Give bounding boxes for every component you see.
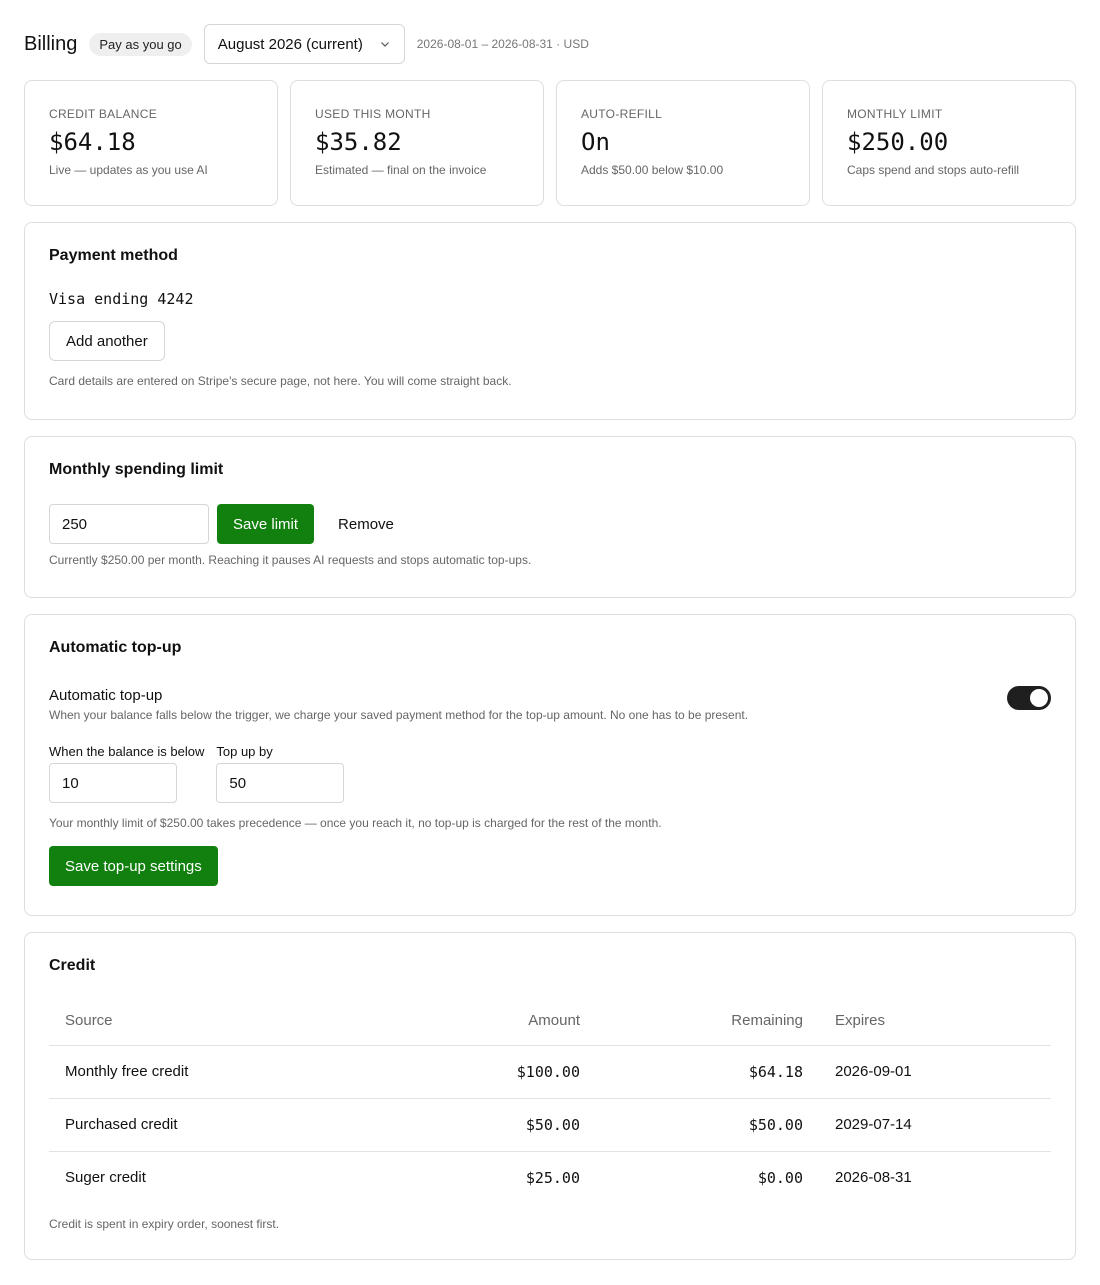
stat-sub: Estimated — final on the invoice [315,163,487,177]
cell-remaining: $50.00 [580,1097,803,1151]
page-title: Billing [24,32,78,55]
stat-sub: Caps spend and stops auto-refill [847,163,1020,177]
table-row: Monthly free credit $100.00 $64.18 2026-… [49,1044,1051,1098]
save-topup-button[interactable]: Save top-up settings [49,846,218,886]
trigger-input[interactable]: 10 [49,763,177,803]
limit-form: 250 Save limit Remove [49,504,1051,544]
automatic-topup-panel: Automatic top-up Automatic top-up When y… [24,614,1076,916]
cell-source: Purchased credit [49,1097,469,1151]
topup-note: Your monthly limit of $250.00 takes prec… [49,816,662,830]
cell-amount: $100.00 [469,1044,580,1098]
period-select[interactable]: August 2026 (current) [203,24,405,64]
topup-toggle[interactable] [1007,686,1051,710]
column-source: Source [65,1012,113,1030]
stat-value: On [581,128,610,156]
plan-badge: Pay as you go [89,32,192,56]
stat-card-credit-balance: CREDIT BALANCE $64.18 Live — updates as … [24,80,278,206]
column-amount: Amount [528,1012,580,1030]
topup-toggle-label: Automatic top-up [49,687,163,704]
cell-source: Monthly free credit [49,1044,469,1098]
stat-label: CREDIT BALANCE [49,107,158,121]
stat-sub: Live — updates as you use AI [49,163,208,177]
stat-label: MONTHLY LIMIT [847,107,943,121]
save-limit-button[interactable]: Save limit [217,504,315,544]
cell-remaining: $64.18 [580,1044,803,1098]
panel-title: Payment method [49,247,178,264]
credit-note: Credit is spent in expiry order, soonest… [49,1217,280,1231]
panel-title: Credit [49,957,96,974]
stat-value: $64.18 [49,128,136,156]
credit-table: Source Amount Remaining Expires Monthly … [49,997,1051,1204]
stat-card-monthly-limit: MONTHLY LIMIT $250.00 Caps spend and sto… [822,80,1076,206]
stat-value: $250.00 [847,128,949,156]
limit-note: Currently $250.00 per month. Reaching it… [49,553,532,567]
stat-label: AUTO-REFILL [581,107,663,121]
trigger-field: When the balance is below 10 [49,744,204,803]
period-range: 2026-08-01 – 2026-08-31 · USD [416,37,589,51]
period-select-value: August 2026 (current) [217,35,363,53]
limit-input[interactable]: 250 [49,504,209,544]
toggle-knob [1030,689,1048,707]
cell-expires: 2026-09-01 [803,1044,1051,1098]
topup-toggle-desc: When your balance falls below the trigge… [49,708,749,722]
panel-title: Monthly spending limit [49,461,224,478]
cell-amount: $50.00 [469,1097,580,1151]
topup-fields: When the balance is below 10 Top up by 5… [49,744,1051,803]
cell-expires: 2026-08-31 [803,1150,1051,1204]
cell-remaining: $0.00 [580,1150,803,1204]
column-remaining: Remaining [731,1012,803,1030]
remove-limit-button[interactable]: Remove [322,504,410,544]
trigger-label: When the balance is below [49,744,205,759]
stat-sub: Adds $50.00 below $10.00 [581,163,724,177]
credit-panel: Credit Source Amount Remaining Expires M… [24,932,1076,1260]
payment-method-panel: Payment method Visa ending 4242 Add anot… [24,222,1076,420]
stat-card-auto-refill: AUTO-REFILL On Adds $50.00 below $10.00 [556,80,810,206]
cell-expires: 2029-07-14 [803,1097,1051,1151]
card-on-file: Visa ending 4242 [49,290,194,308]
table-row: Purchased credit $50.00 $50.00 2029-07-1… [49,1097,1051,1151]
payment-note: Card details are entered on Stripe's sec… [49,374,512,388]
amount-label: Top up by [216,744,273,759]
table-row: Suger credit $25.00 $0.00 2026-08-31 [49,1150,1051,1204]
spending-limit-panel: Monthly spending limit 250 Save limit Re… [24,436,1076,598]
billing-header: Billing Pay as you go August 2026 (curre… [24,24,1076,64]
stat-label: USED THIS MONTH [315,107,431,121]
panel-title: Automatic top-up [49,639,182,656]
column-expires: Expires [835,1012,886,1030]
cell-amount: $25.00 [469,1150,580,1204]
add-payment-method-button[interactable]: Add another [49,321,165,361]
amount-input[interactable]: 50 [216,763,345,803]
cell-source: Suger credit [49,1150,469,1204]
stat-card-used-this-month: USED THIS MONTH $35.82 Estimated — final… [290,80,544,206]
amount-field: Top up by 50 [216,744,345,803]
stat-value: $35.82 [315,128,402,156]
table-header-row: Source Amount Remaining Expires [49,997,1051,1045]
chevron-down-icon [380,42,389,47]
